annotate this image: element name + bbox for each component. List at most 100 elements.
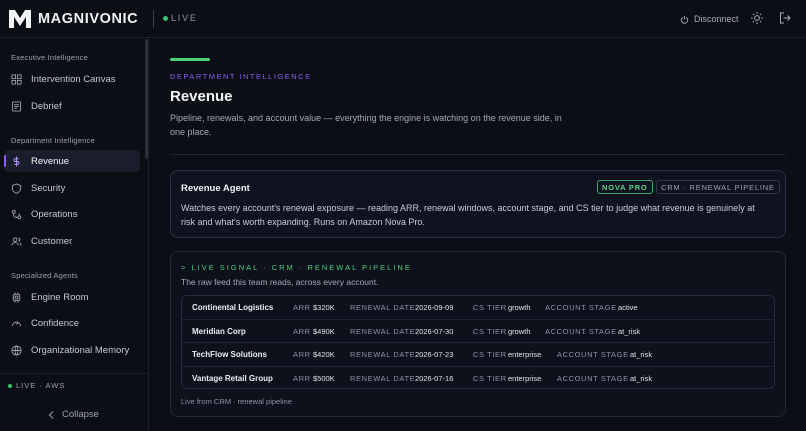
disconnect-label: Disconnect [694,14,739,24]
document-icon [11,100,22,112]
table-row[interactable]: Meridian Corp ARR $490K RENEWAL DATE 202… [182,320,774,343]
sidebar: Executive Intelligence Intervention Canv… [0,39,149,431]
signal-footer: Live from CRM · renewal pipeline [181,397,292,406]
live-status-dot [163,16,168,21]
page-title: Revenue [170,88,233,105]
shield-icon [11,182,22,194]
arr-value: $500K [313,373,335,383]
tier-value: growth [508,303,531,312]
top-bar: MAGNIVONIC LIVE Disconnect [0,0,806,38]
stage-label: ACCOUNT STAGE [545,303,617,312]
account-name: TechFlow Solutions [192,350,267,359]
gauge-icon [11,321,22,326]
arr-value: $420K [313,350,335,359]
stage-value: at_risk [618,326,641,336]
sidebar-item-debrief[interactable]: Debrief [4,95,140,117]
stage-value: active [618,303,638,312]
memory-icon [11,344,22,356]
arr-label: ARR [293,303,311,312]
section-title-executive: Executive Intelligence [11,53,88,62]
sidebar-item-security[interactable]: Security [4,177,140,199]
sidebar-item-organizational-memory[interactable]: Organizational Memory [4,339,140,361]
sidebar-item-label: Debrief [31,100,62,112]
agent-description: Watches every account's renewal exposure… [181,203,755,227]
live-status-label: LIVE [171,13,198,23]
sidebar-item-label: Operations [31,208,78,220]
page-description: Pipeline, renewals, and account value — … [170,113,562,137]
brand-divider [153,10,154,28]
header-divider [170,154,786,155]
stage-value: at_risk [630,373,653,383]
renewal-label: RENEWAL DATE [350,373,416,383]
environment-label: LIVE · AWS [16,381,66,390]
sidebar-item-label: Confidence [31,317,80,329]
renewal-value: 2026-07-30 [415,326,454,336]
sidebar-item-operations[interactable]: Operations [4,203,140,225]
arr-label: ARR [293,350,311,359]
tier-label: CS TIER [473,326,507,336]
page-eyebrow: DEPARTMENT INTELLIGENCE [170,72,312,81]
table-row[interactable]: Continental Logistics ARR $320K RENEWAL … [182,296,774,320]
section-title-department: Department Intelligence [11,136,95,145]
brand-name: MAGNIVONIC [38,11,139,27]
collapse-sidebar-button[interactable]: Collapse [48,409,99,420]
logout-icon[interactable] [778,11,792,25]
tier-label: CS TIER [473,303,507,312]
stage-label: ACCOUNT STAGE [545,326,617,336]
renewal-value: 2026-07-16 [415,373,454,383]
model-badge: NOVA PRO [597,180,653,194]
sidebar-item-label: Organizational Memory [31,344,130,356]
sidebar-item-label: Revenue [31,155,70,167]
signal-heading: > LIVE SIGNAL · CRM · RENEWAL PIPELINE [181,263,412,272]
account-name: Continental Logistics [192,303,274,312]
tier-value: enterprise [508,373,542,383]
tier-value: enterprise [508,350,542,359]
sidebar-scrollbar[interactable] [145,39,148,159]
stage-label: ACCOUNT STAGE [557,350,629,359]
renewal-label: RENEWAL DATE [350,350,416,359]
disconnect-button[interactable]: Disconnect [680,10,739,28]
power-icon [680,15,689,24]
live-signal-card: > LIVE SIGNAL · CRM · RENEWAL PIPELINE T… [170,251,786,417]
signal-subtitle: The raw feed this team reads, across eve… [181,277,379,287]
section-accent-bar [170,58,210,61]
collapse-label: Collapse [62,409,99,420]
renewal-label: RENEWAL DATE [350,303,416,312]
sidebar-item-label: Engine Room [31,291,89,303]
workflow-icon [11,209,22,219]
arr-value: $490K [313,326,335,336]
feed-badge: CRM · RENEWAL PIPELINE [656,180,780,194]
account-name: Vantage Retail Group [192,373,273,383]
table-row[interactable]: Vantage Retail Group ARR $500K RENEWAL D… [182,367,774,389]
sidebar-item-intervention-canvas[interactable]: Intervention Canvas [4,68,140,90]
table-row[interactable]: TechFlow Solutions ARR $420K RENEWAL DAT… [182,343,774,367]
stage-value: at_risk [630,350,653,359]
logo-icon [9,10,31,28]
arr-label: ARR [293,326,311,336]
sun-icon[interactable] [750,11,764,25]
sidebar-item-customer[interactable]: Customer [4,230,140,252]
sidebar-item-revenue[interactable]: Revenue [4,150,140,172]
section-title-specialized: Specialized Agents [11,271,78,280]
sidebar-item-label: Intervention Canvas [31,73,116,85]
agent-card: Revenue Agent NOVA PRO CRM · RENEWAL PIP… [170,170,786,238]
arr-value: $320K [313,303,335,312]
account-name: Meridian Corp [192,326,246,336]
environment-status-dot [8,383,12,388]
cpu-icon [12,291,21,303]
sidebar-footer-divider [0,373,149,374]
tier-label: CS TIER [473,373,507,383]
sidebar-item-label: Security [31,182,66,194]
stage-label: ACCOUNT STAGE [557,373,629,383]
arr-label: ARR [293,373,311,383]
pipeline-table: Continental Logistics ARR $320K RENEWAL … [181,295,775,389]
renewal-value: 2026-07-23 [415,350,454,359]
sidebar-item-confidence[interactable]: Confidence [4,312,140,334]
renewal-value: 2026-09-09 [415,303,454,312]
sidebar-item-engine-room[interactable]: Engine Room [4,286,140,308]
renewal-label: RENEWAL DATE [350,326,416,336]
sidebar-item-label: Customer [31,235,73,247]
environment-status: LIVE · AWS [8,381,65,390]
agent-title: Revenue Agent [181,183,250,194]
tier-label: CS TIER [473,350,507,359]
